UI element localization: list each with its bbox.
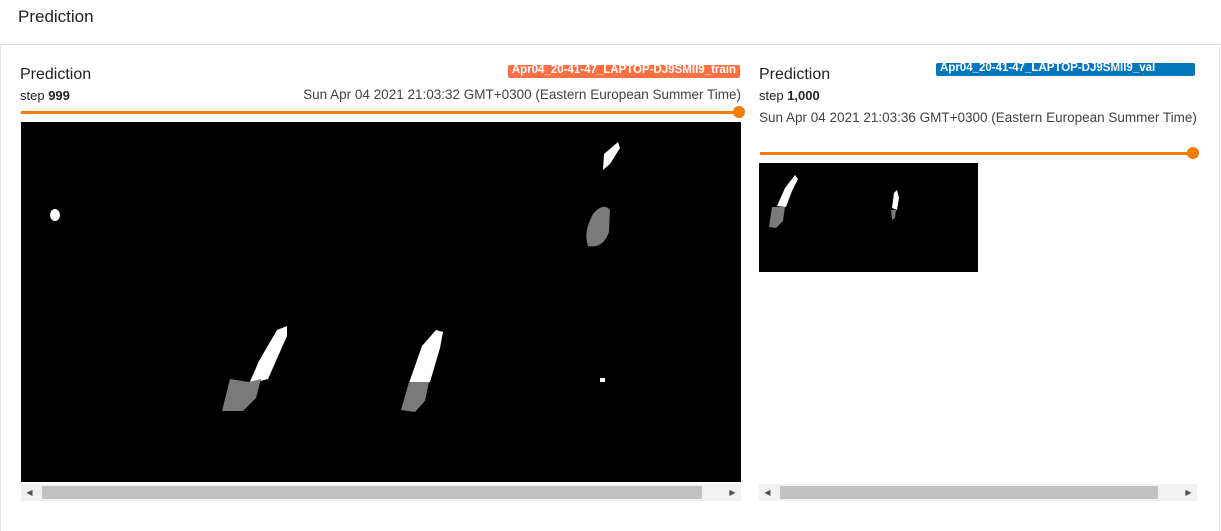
wall-time: Sun Apr 04 2021 21:03:32 GMT+0300 (Easte… — [303, 87, 741, 102]
step-slider-thumb[interactable] — [1187, 147, 1199, 159]
mask-blob — [600, 378, 605, 382]
image-card-val: Prediction Apr04_20-41-47_LAPTOP-DJ9SMII… — [759, 46, 1199, 531]
prediction-mask-svg — [759, 163, 978, 272]
step-label: step — [759, 88, 784, 103]
scroll-left-arrow[interactable]: ◀ — [21, 484, 38, 501]
prediction-image — [21, 122, 741, 482]
scroll-left-arrow[interactable]: ◀ — [759, 484, 776, 501]
mask-blob — [50, 209, 60, 221]
step-indicator: step 1,000 — [759, 88, 820, 103]
step-slider-track[interactable] — [760, 152, 1190, 155]
run-badge-train: Apr04_20-41-47_LAPTOP-DJ9SMII9_train — [507, 65, 740, 78]
step-label: step — [20, 88, 45, 103]
scroll-thumb[interactable] — [42, 486, 702, 499]
wall-time: Sun Apr 04 2021 21:03:36 GMT+0300 (Easte… — [759, 110, 1197, 125]
prediction-mask-svg — [21, 122, 741, 482]
scroll-right-arrow[interactable]: ▶ — [724, 484, 741, 501]
step-slider-thumb[interactable] — [733, 106, 745, 118]
horizontal-scrollbar[interactable]: ◀ ▶ — [759, 484, 1197, 501]
horizontal-scrollbar[interactable]: ◀ ▶ — [21, 484, 741, 501]
scroll-thumb[interactable] — [780, 486, 1158, 499]
prediction-image — [759, 163, 978, 272]
step-indicator: step 999 — [20, 88, 70, 103]
card-title: Prediction — [20, 66, 92, 83]
run-badge-val: Apr04_20-41-47_LAPTOP-DJ9SMII9_val — [936, 63, 1195, 76]
card-title: Prediction — [759, 66, 831, 83]
scroll-right-arrow[interactable]: ▶ — [1180, 484, 1197, 501]
step-value: 1,000 — [787, 88, 820, 103]
image-cards-pane: Prediction Apr04_20-41-47_LAPTOP-DJ9SMII… — [0, 46, 1220, 531]
section-header[interactable]: Prediction — [0, 0, 1221, 45]
step-value: 999 — [48, 88, 70, 103]
section-title: Prediction — [18, 7, 94, 26]
step-slider-track[interactable] — [21, 111, 737, 114]
image-card-train: Prediction Apr04_20-41-47_LAPTOP-DJ9SMII… — [1, 46, 745, 531]
